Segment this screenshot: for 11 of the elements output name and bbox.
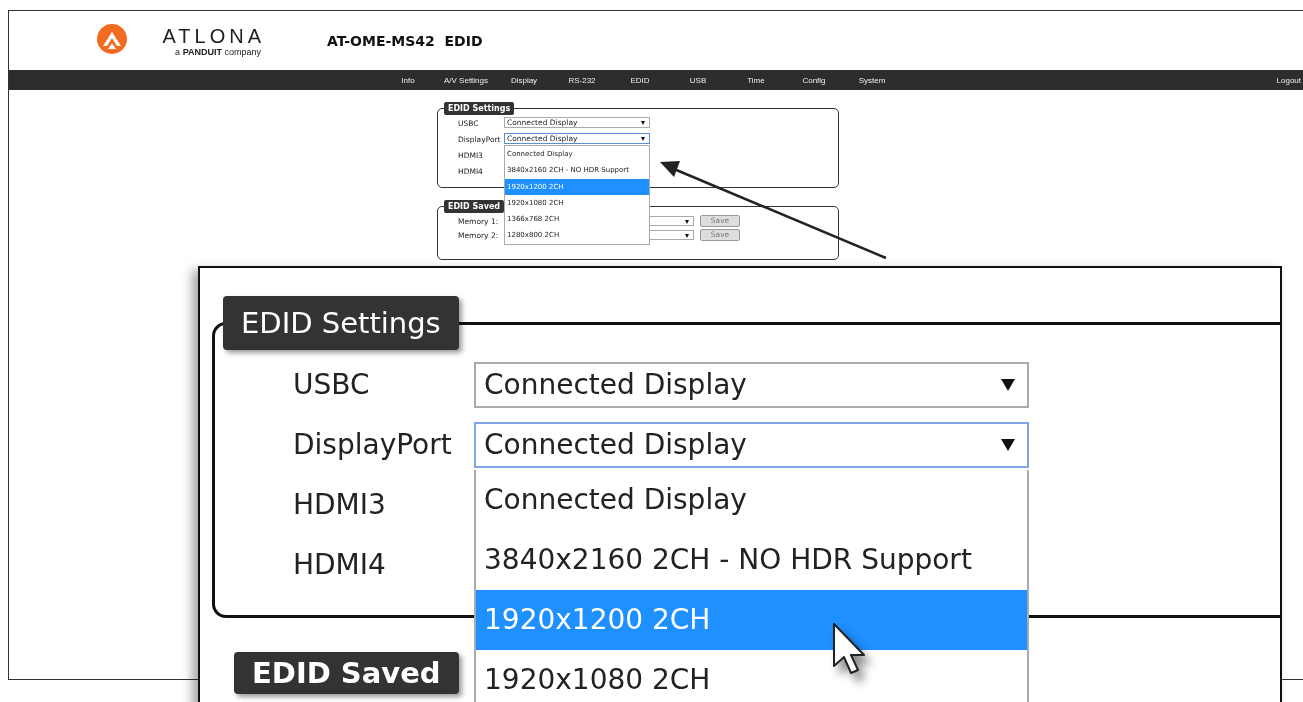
panel-title: EDID Settings bbox=[223, 296, 459, 350]
panel-title: EDID Saved bbox=[444, 200, 505, 213]
field-label: HDMI3 bbox=[293, 487, 387, 523]
logo-tagline: a PANDUIT company bbox=[175, 46, 261, 57]
field-label: DisplayPort bbox=[293, 427, 453, 463]
field-label: HDMI4 bbox=[293, 547, 387, 583]
panel-title: EDID Saved bbox=[234, 652, 459, 694]
field-label: USBC bbox=[293, 367, 371, 403]
panel-title: EDID Settings bbox=[444, 102, 515, 115]
logo-wordmark: ATLONA bbox=[162, 24, 265, 47]
page-title: AT-OME-MS42 EDID bbox=[327, 32, 483, 49]
